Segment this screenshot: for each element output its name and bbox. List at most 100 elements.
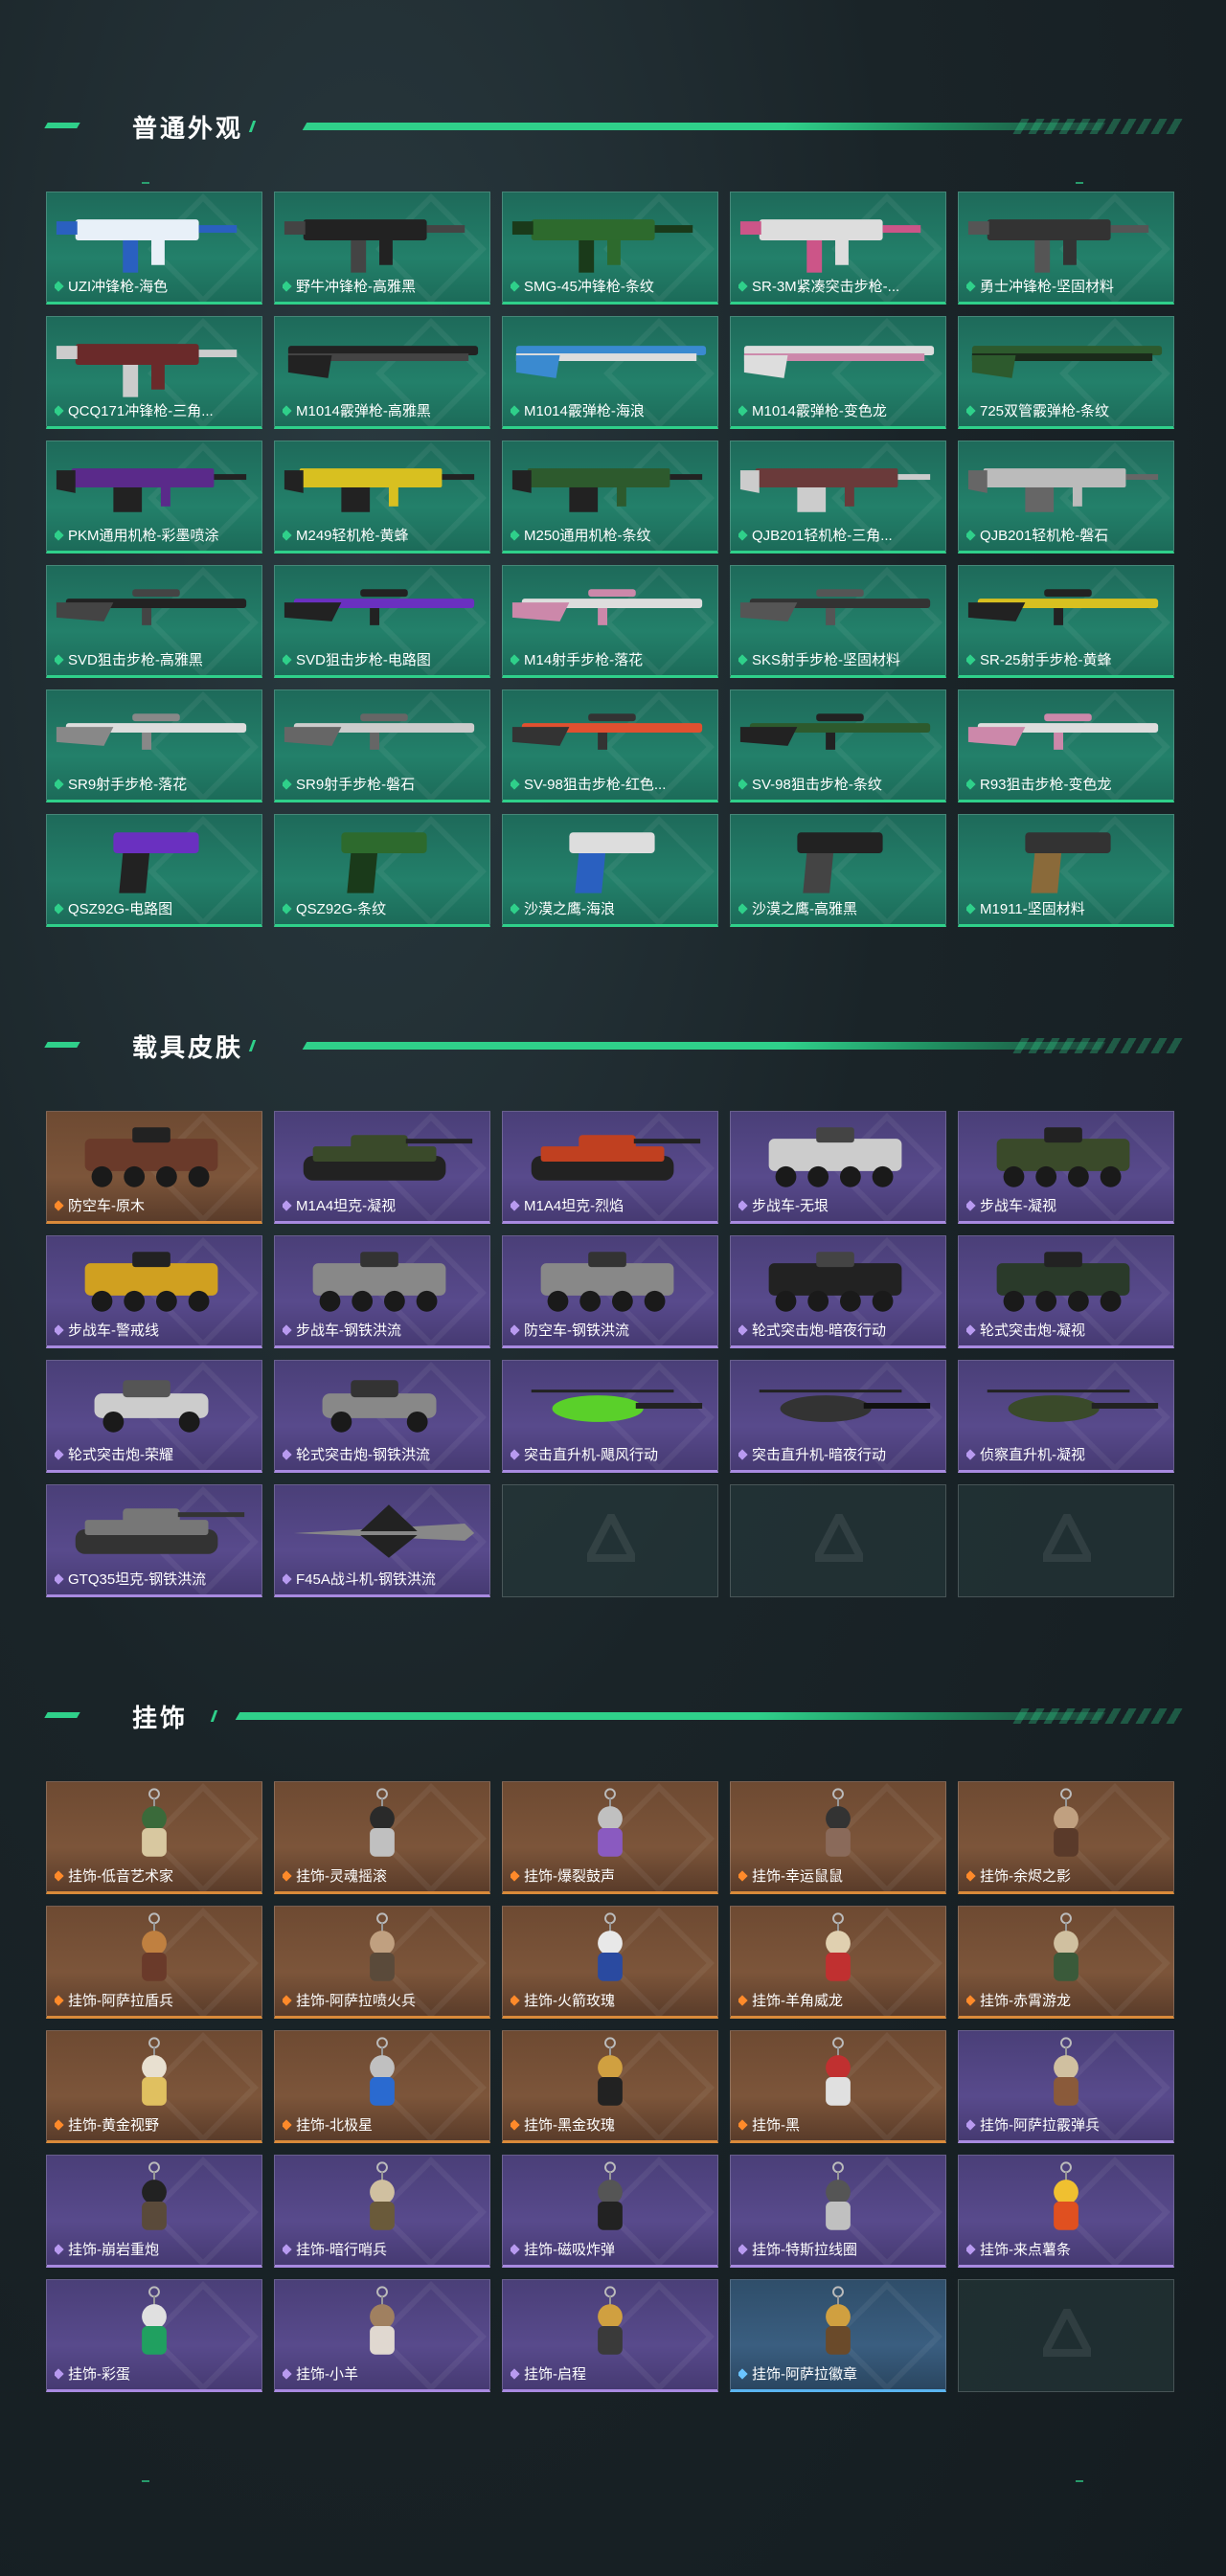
item-label: 勇士冲锋枪-坚固材料	[966, 276, 1114, 296]
item-card[interactable]: QJB201轻机枪-磐石	[958, 441, 1174, 554]
rarity-diamond-icon	[738, 405, 748, 417]
section-title: 普通外观	[132, 114, 244, 143]
item-card[interactable]: 挂饰-黑金玫瑰	[502, 2030, 718, 2143]
item-card[interactable]: QJB201轻机枪-三角...	[730, 441, 946, 554]
item-card[interactable]: 轮式突击炮-凝视	[958, 1235, 1174, 1348]
item-card[interactable]: M1014霰弹枪-海浪	[502, 316, 718, 429]
item-card[interactable]: SVD狙击步枪-高雅黑	[46, 565, 262, 678]
item-card[interactable]: 挂饰-幸运鼠鼠	[730, 1781, 946, 1894]
accent-mark	[1076, 2480, 1083, 2482]
item-card[interactable]: 勇士冲锋枪-坚固材料	[958, 192, 1174, 305]
item-card[interactable]: SR9射手步枪-磐石	[274, 689, 490, 802]
header-checker	[1012, 119, 1185, 134]
item-card[interactable]: 侦察直升机-凝视	[958, 1360, 1174, 1473]
item-card[interactable]: 挂饰-小羊	[274, 2279, 490, 2392]
item-card[interactable]: 挂饰-余烬之影	[958, 1781, 1174, 1894]
item-card[interactable]: M249轻机枪-黄蜂	[274, 441, 490, 554]
item-card[interactable]: 挂饰-阿萨拉盾兵	[46, 1906, 262, 2019]
item-label: 挂饰-余烬之影	[966, 1865, 1071, 1886]
item-card[interactable]: 挂饰-阿萨拉霰弹兵	[958, 2030, 1174, 2143]
item-card[interactable]: 野牛冲锋枪-高雅黑	[274, 192, 490, 305]
item-label: SV-98狙击步枪-条纹	[738, 774, 882, 794]
item-card[interactable]: 步战车-警戒线	[46, 1235, 262, 1348]
item-card[interactable]: 挂饰-黑	[730, 2030, 946, 2143]
item-card[interactable]: PKM通用机枪-彩墨喷涂	[46, 441, 262, 554]
item-card[interactable]: 挂饰-特斯拉线圈	[730, 2155, 946, 2268]
item-card[interactable]: M250通用机枪-条纹	[502, 441, 718, 554]
rarity-diamond-icon	[966, 281, 976, 292]
item-label: 挂饰-崩岩重炮	[55, 2239, 159, 2259]
item-name: 挂饰-来点薯条	[980, 2242, 1071, 2258]
item-card[interactable]: SKS射手步枪-坚固材料	[730, 565, 946, 678]
item-card[interactable]: 挂饰-阿萨拉徽章	[730, 2279, 946, 2392]
item-name: UZI冲锋枪-海色	[68, 279, 169, 295]
rifle-image	[967, 713, 1159, 750]
item-card[interactable]: 挂饰-来点薯条	[958, 2155, 1174, 2268]
item-card[interactable]: 挂饰-北极星	[274, 2030, 490, 2143]
item-card[interactable]: UZI冲锋枪-海色	[46, 192, 262, 305]
item-card[interactable]: QCQ171冲锋枪-三角...	[46, 316, 262, 429]
item-card[interactable]: 挂饰-启程	[502, 2279, 718, 2392]
item-card[interactable]: 沙漠之鹰-海浪	[502, 814, 718, 927]
header-checker	[1012, 1708, 1185, 1724]
item-name: SR9射手步枪-落花	[68, 777, 188, 793]
item-card[interactable]: M1A4坦克-凝视	[274, 1111, 490, 1224]
item-card[interactable]: GTQ35坦克-钢铁洪流	[46, 1484, 262, 1597]
item-card[interactable]: 防空车-钢铁洪流	[502, 1235, 718, 1348]
item-card[interactable]: 挂饰-低音艺术家	[46, 1781, 262, 1894]
item-card[interactable]: 防空车-原木	[46, 1111, 262, 1224]
item-card[interactable]: R93狙击步枪-变色龙	[958, 689, 1174, 802]
item-card[interactable]: 挂饰-羊角威龙	[730, 1906, 946, 2019]
item-card[interactable]: 挂饰-崩岩重炮	[46, 2155, 262, 2268]
item-card[interactable]: 突击直升机-飓风行动	[502, 1360, 718, 1473]
item-card[interactable]: 挂饰-暗行哨兵	[274, 2155, 490, 2268]
item-card[interactable]: 轮式突击炮-暗夜行动	[730, 1235, 946, 1348]
rarity-diamond-icon	[55, 2368, 64, 2380]
item-card[interactable]: QSZ92G-条纹	[274, 814, 490, 927]
item-card[interactable]: M14射手步枪-落花	[502, 565, 718, 678]
item-card[interactable]: 挂饰-黄金视野	[46, 2030, 262, 2143]
item-card[interactable]: F45A战斗机-钢铁洪流	[274, 1484, 490, 1597]
item-card[interactable]: SVD狙击步枪-电路图	[274, 565, 490, 678]
charm-image	[598, 1912, 623, 1981]
item-card[interactable]: 沙漠之鹰-高雅黑	[730, 814, 946, 927]
item-card[interactable]: 突击直升机-暗夜行动	[730, 1360, 946, 1473]
item-card[interactable]: 轮式突击炮-钢铁洪流	[274, 1360, 490, 1473]
item-card[interactable]: SMG-45冲锋枪-条纹	[502, 192, 718, 305]
item-card[interactable]: SR-3M紧凑突击步枪-...	[730, 192, 946, 305]
item-card[interactable]: 挂饰-爆裂鼓声	[502, 1781, 718, 1894]
item-name: 挂饰-阿萨拉喷火兵	[296, 1993, 416, 2009]
item-card[interactable]: 挂饰-磁吸炸弹	[502, 2155, 718, 2268]
item-name: QCQ171冲锋枪-三角...	[68, 403, 214, 419]
item-card[interactable]: 挂饰-灵魂摇滚	[274, 1781, 490, 1894]
item-name: 挂饰-彩蛋	[68, 2366, 130, 2383]
item-card[interactable]: 步战车-无垠	[730, 1111, 946, 1224]
item-card[interactable]: M1A4坦克-烈焰	[502, 1111, 718, 1224]
item-name: 步战车-钢铁洪流	[296, 1322, 401, 1339]
item-card[interactable]: 挂饰-彩蛋	[46, 2279, 262, 2392]
item-card[interactable]: M1014霰弹枪-变色龙	[730, 316, 946, 429]
rarity-diamond-icon	[738, 1449, 748, 1460]
item-card[interactable]: SR9射手步枪-落花	[46, 689, 262, 802]
item-card[interactable]: 挂饰-阿萨拉喷火兵	[274, 1906, 490, 2019]
item-card[interactable]: SV-98狙击步枪-条纹	[730, 689, 946, 802]
item-card[interactable]: 步战车-凝视	[958, 1111, 1174, 1224]
item-card[interactable]: 挂饰-火箭玫瑰	[502, 1906, 718, 2019]
item-card[interactable]: SR-25射手步枪-黄蜂	[958, 565, 1174, 678]
item-label: 防空车-钢铁洪流	[511, 1320, 629, 1340]
rarity-diamond-icon	[511, 405, 520, 417]
rarity-diamond-icon	[283, 779, 292, 790]
item-card[interactable]: M1911-坚固材料	[958, 814, 1174, 927]
item-name: 轮式突击炮-凝视	[980, 1322, 1085, 1339]
item-card[interactable]: 步战车-钢铁洪流	[274, 1235, 490, 1348]
item-label: 挂饰-火箭玫瑰	[511, 1990, 615, 2010]
item-card[interactable]: 725双管霰弹枪-条纹	[958, 316, 1174, 429]
accent-mark	[1076, 182, 1083, 184]
item-card[interactable]: QSZ92G-电路图	[46, 814, 262, 927]
item-card[interactable]: 挂饰-赤霄游龙	[958, 1906, 1174, 2019]
item-card[interactable]: M1014霰弹枪-高雅黑	[274, 316, 490, 429]
item-card[interactable]: 轮式突击炮-荣耀	[46, 1360, 262, 1473]
item-card[interactable]: SV-98狙击步枪-红色...	[502, 689, 718, 802]
item-label: 挂饰-阿萨拉徽章	[738, 2363, 857, 2384]
rarity-diamond-icon	[283, 654, 292, 666]
